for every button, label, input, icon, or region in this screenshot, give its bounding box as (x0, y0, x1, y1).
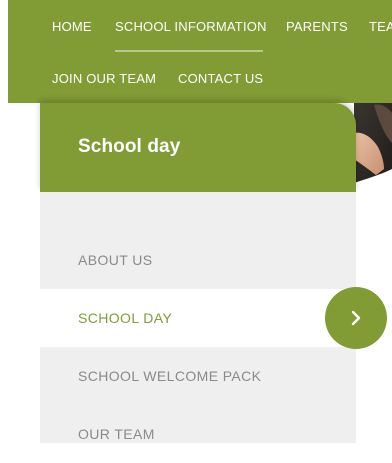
next-arrow-button[interactable] (325, 287, 387, 349)
nav-link-parents[interactable]: PARENTS (286, 19, 348, 35)
nav-link-join-our-team[interactable]: JOIN OUR TEAM (52, 71, 156, 87)
nav-link-school-information[interactable]: SCHOOL INFORMATION (115, 19, 267, 35)
chevron-right-icon (351, 310, 361, 326)
sidebar-menu: ABOUT US SCHOOL DAY SCHOOL WELCOME PACK … (40, 192, 356, 443)
top-navigation: HOME SCHOOL INFORMATION PARENTS TEA JOIN… (8, 0, 392, 103)
hero-image (354, 103, 392, 193)
sidebar-item-about-us[interactable]: ABOUT US (40, 231, 356, 289)
sidebar-item-label: ABOUT US (78, 252, 153, 268)
nav-link-team[interactable]: TEA (369, 19, 392, 35)
sidebar-item-school-day[interactable]: SCHOOL DAY (40, 289, 356, 347)
sidebar-item-label: SCHOOL DAY (78, 310, 173, 326)
sidebar-item-our-team[interactable]: OUR TEAM (40, 405, 356, 463)
nav-link-contact-us[interactable]: CONTACT US (178, 71, 263, 87)
sidebar-item-label: SCHOOL WELCOME PACK (78, 368, 262, 384)
nav-link-home[interactable]: HOME (52, 19, 92, 35)
sidebar-item-label: OUR TEAM (78, 426, 155, 442)
sidebar-item-school-welcome-pack[interactable]: SCHOOL WELCOME PACK (40, 347, 356, 405)
sidebar-header: School day (40, 103, 356, 192)
active-nav-underline (115, 50, 263, 52)
sidebar-title: School day (78, 136, 181, 157)
